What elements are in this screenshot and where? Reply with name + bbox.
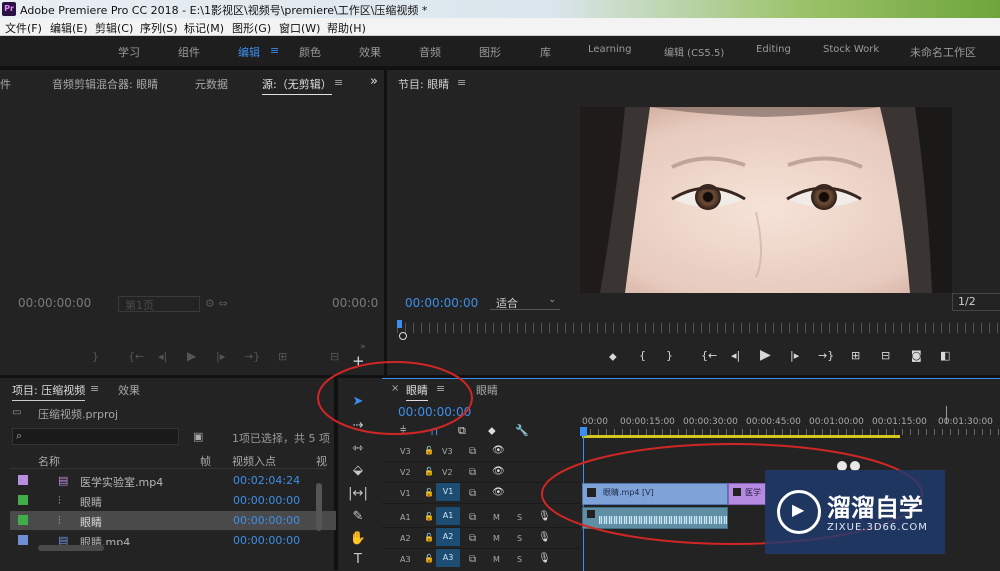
play-icon: ▶	[792, 500, 805, 519]
annotation-ellipse-selection-tool	[317, 361, 473, 435]
watermark-title: 溜溜自学	[827, 494, 923, 522]
watermark: ▶ 溜溜自学 ZIXUE.3D66.COM	[765, 470, 945, 554]
watermark-url: ZIXUE.3D66.COM	[827, 522, 928, 533]
watermark-logo-icon: ▶	[777, 490, 821, 534]
